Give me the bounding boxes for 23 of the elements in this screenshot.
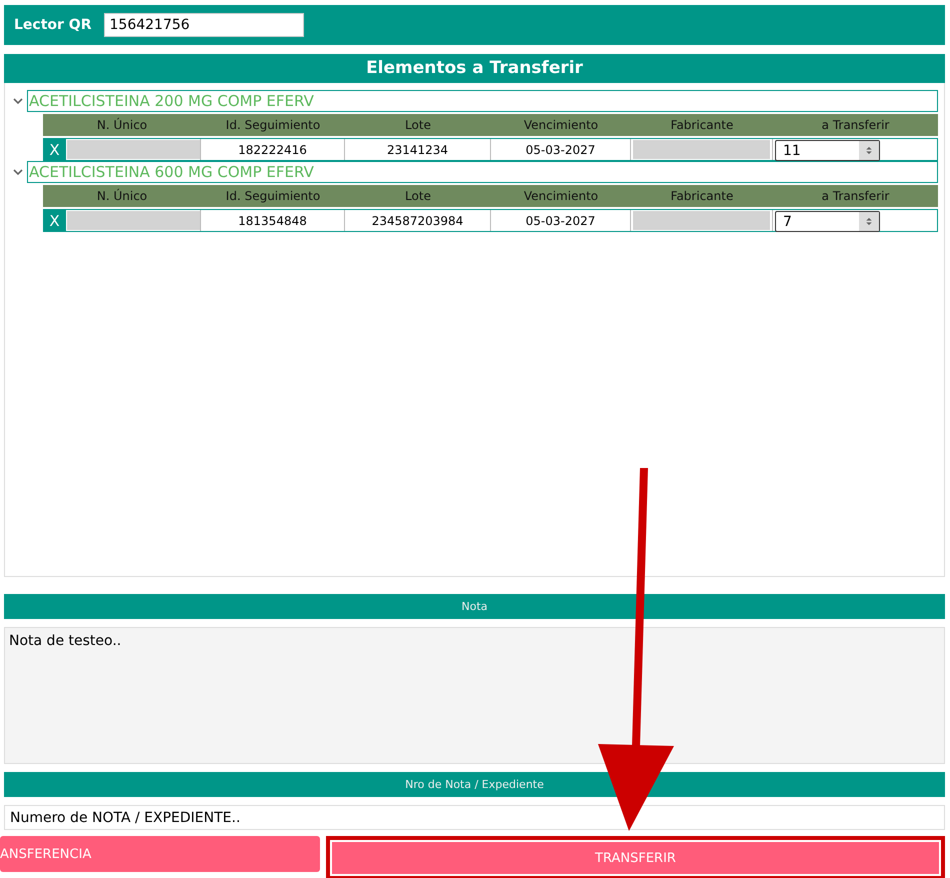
column-header: Fabricante [670, 188, 734, 205]
column-header: Vencimiento [522, 188, 600, 205]
qr-label: Lector QR [14, 17, 92, 33]
column-header: N. Único [96, 116, 148, 134]
chevron-down-icon[interactable] [13, 98, 23, 104]
qr-input-field[interactable]: 156421756 [104, 13, 304, 37]
file-number-header: Nro de Nota / Expediente [4, 772, 945, 797]
panel-title: Elementos a Transferir [4, 54, 945, 83]
chevron-down-icon[interactable] [13, 168, 23, 176]
file-number-field[interactable]: Numero de NOTA / EXPEDIENTE.. [4, 805, 945, 830]
column-header: Lote [404, 117, 432, 134]
column-header: Lote [404, 188, 432, 205]
column-header: Fabricante [670, 117, 734, 134]
column-header: Id. Seguimiento [224, 188, 322, 205]
product-name: ACETILCISTEINA 200 MG COMP EFERV [27, 90, 938, 112]
column-header: N. Único [96, 188, 148, 205]
column-header: a Transferir [820, 117, 890, 134]
product-name: ACETILCISTEINA 600 MG COMP EFERV [27, 161, 938, 183]
column-header: Vencimiento [522, 117, 600, 134]
note-textarea[interactable]: Nota de testeo.. [4, 627, 945, 764]
column-header: Id. Seguimiento [224, 117, 322, 134]
note-header: Nota [4, 594, 945, 619]
column-header: a Transferir [820, 188, 890, 205]
